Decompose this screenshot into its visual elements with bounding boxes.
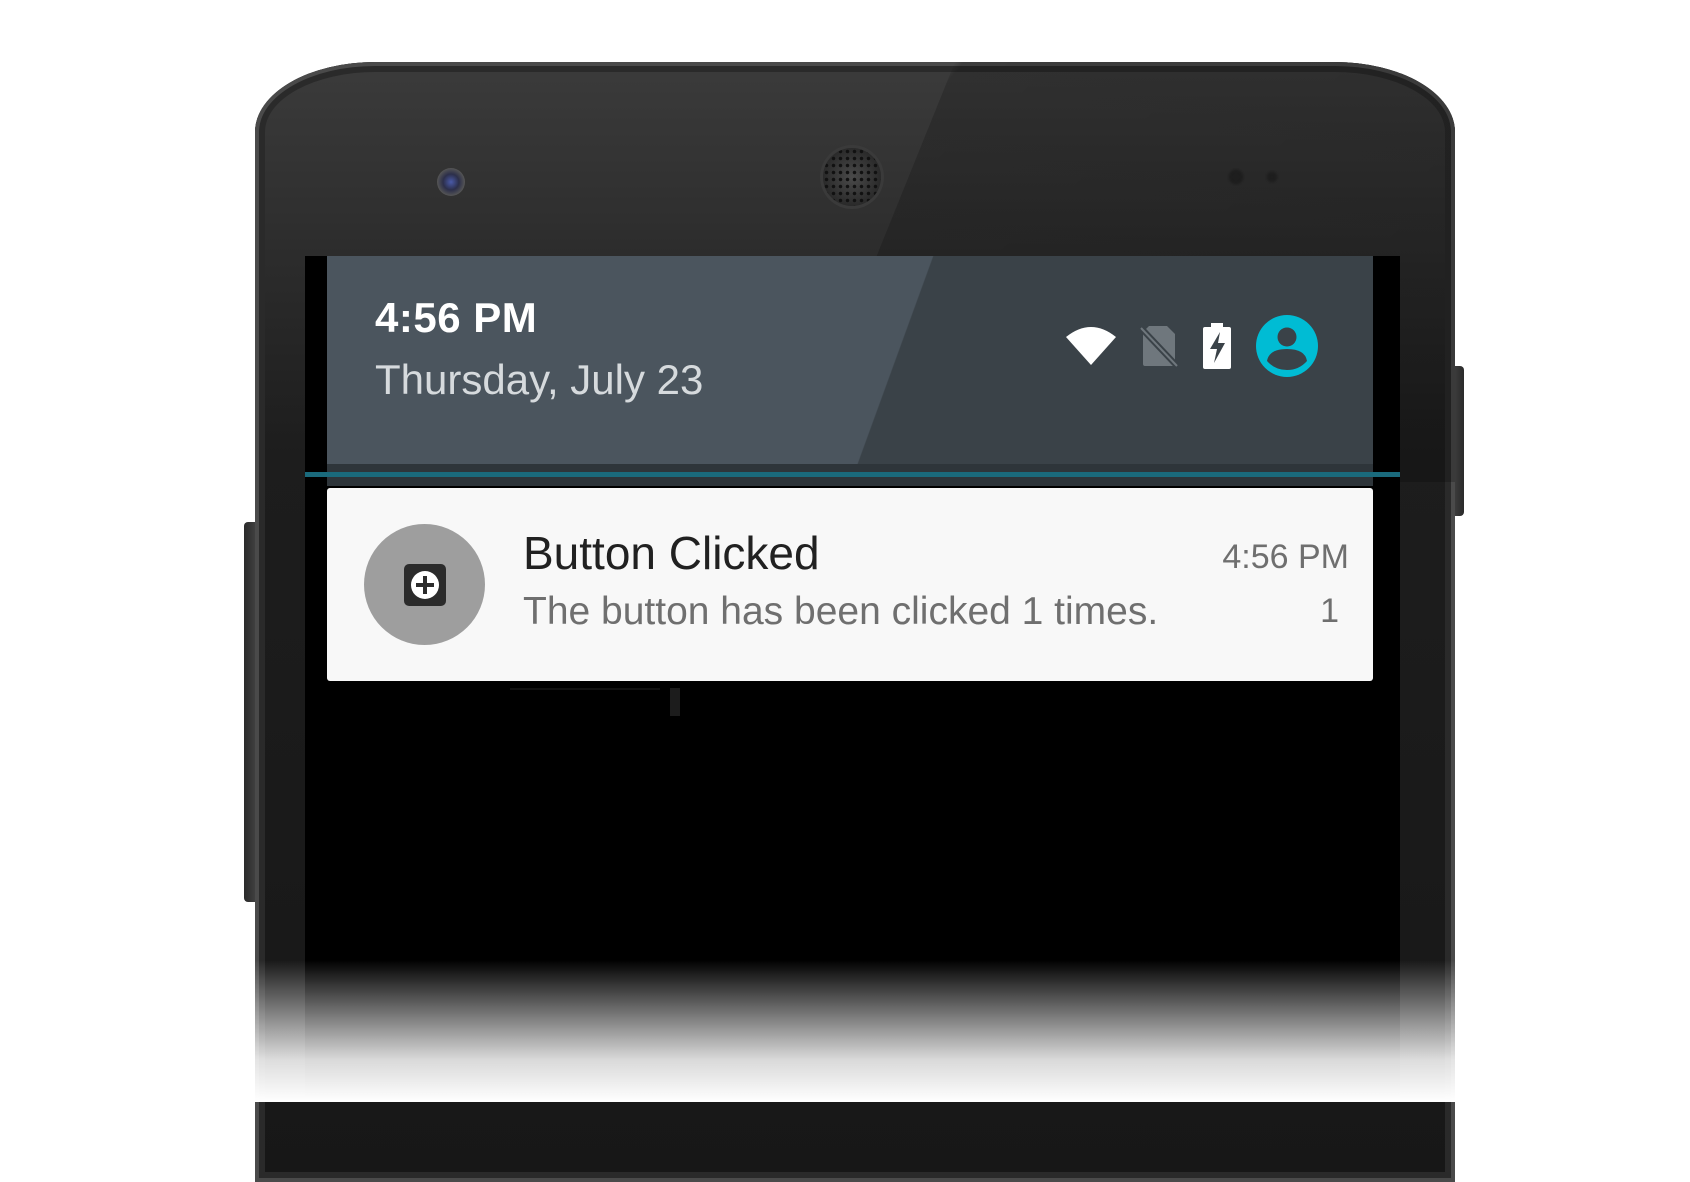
notification-time: 4:56 PM: [1222, 538, 1349, 576]
notification-text: The button has been clicked 1 times.: [523, 590, 1159, 633]
status-icons: [1065, 314, 1319, 378]
proximity-sensor-icon: [1227, 168, 1245, 186]
earpiece-speaker-icon: [823, 148, 881, 206]
no-sim-icon: [1139, 325, 1179, 368]
header-time: 4:56 PM: [375, 294, 538, 341]
notification-count: 1: [1320, 592, 1339, 630]
quick-settings-header[interactable]: 4:56 PM Thursday, July 23: [327, 256, 1373, 486]
header-divider: [305, 472, 1400, 477]
wifi-icon: [1066, 327, 1116, 365]
notification-app-icon: [364, 524, 485, 645]
phone-screen: 4:56 PM Thursday, July 23 Button Clicked…: [305, 256, 1400, 1102]
notification-title: Button Clicked: [523, 527, 820, 579]
add-box-icon: [403, 563, 446, 606]
user-account-icon[interactable]: [1255, 314, 1319, 378]
notification-card[interactable]: Button Clicked The button has been click…: [327, 488, 1373, 681]
light-sensor-icon: [1265, 170, 1279, 184]
battery-charging-icon: [1203, 323, 1231, 369]
header-date[interactable]: Thursday, July 23: [375, 356, 703, 404]
front-camera-icon: [437, 168, 465, 196]
